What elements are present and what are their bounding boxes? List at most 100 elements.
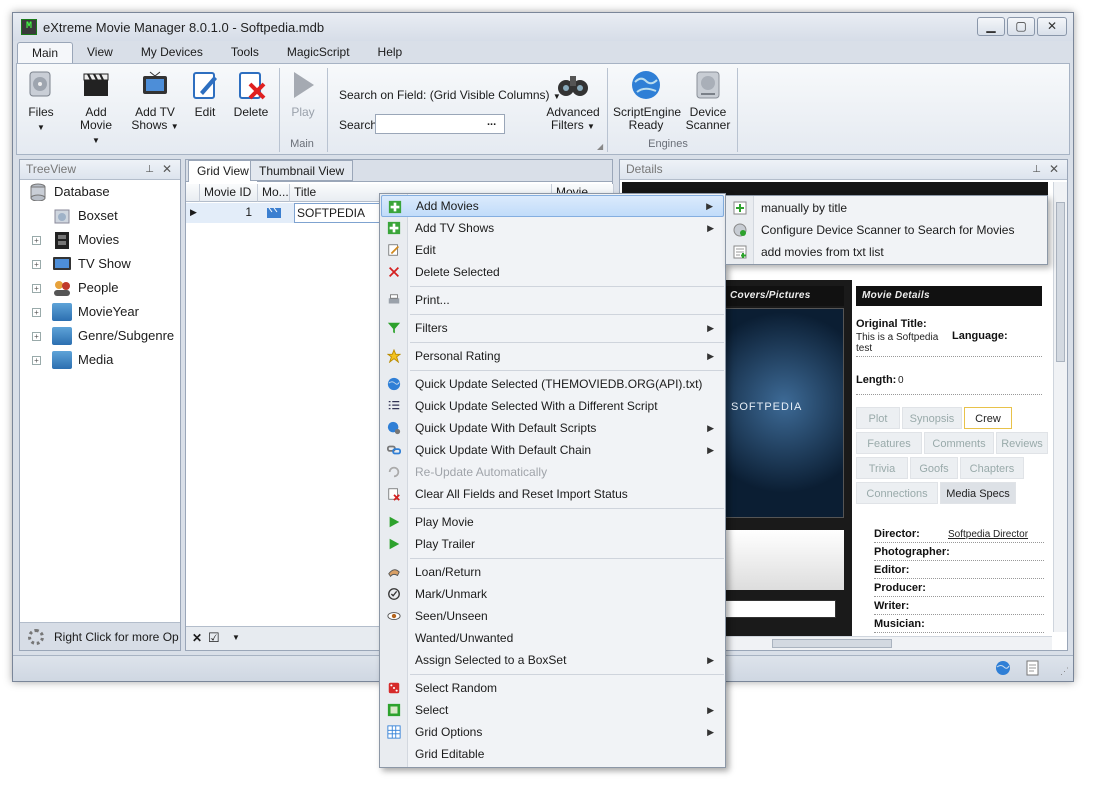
submenu-item-add-from-txt[interactable]: add movies from txt list	[727, 241, 1046, 263]
scrollbar-thumb[interactable]	[772, 639, 892, 648]
script-engine-button[interactable]: ScriptEngine Ready	[613, 68, 681, 132]
tree-item-movies[interactable]: + Movies	[20, 228, 180, 252]
expand-icon[interactable]: +	[32, 332, 41, 341]
tab-synopsis[interactable]: Synopsis	[902, 407, 962, 429]
tree-item-genre-subgenre[interactable]: + Genre/Subgenre	[20, 324, 180, 348]
tab-goofs[interactable]: Goofs	[910, 457, 958, 479]
tab-features[interactable]: Features	[856, 432, 922, 454]
ctx-item-delete-selected[interactable]: Delete Selected	[381, 261, 724, 283]
crew-value[interactable]: Softpedia Director	[948, 529, 1028, 540]
ctx-item-grid-options[interactable]: Grid Options ▶	[381, 721, 724, 743]
play-button[interactable]: Play	[285, 68, 321, 119]
files-icon	[29, 71, 51, 97]
details-vertical-scrollbar[interactable]	[1053, 182, 1067, 632]
ctx-item-re-update-automatically[interactable]: Re-Update Automatically	[381, 461, 724, 483]
tab-comments[interactable]: Comments	[924, 432, 994, 454]
close-button[interactable]: ✕	[1037, 17, 1067, 36]
add-movie-button[interactable]: Add Movie ▼	[69, 68, 123, 147]
device-scanner-button[interactable]: Device Scanner	[685, 68, 731, 132]
ctx-item-filters[interactable]: Filters ▶	[381, 317, 724, 339]
dialog-launcher-icon[interactable]: ◢	[597, 142, 603, 151]
document-icon[interactable]	[1025, 660, 1041, 676]
submenu-item-configure-device-scanner[interactable]: Configure Device Scanner to Search for M…	[727, 219, 1046, 241]
filter-checkbox-icon[interactable]: ☑	[208, 630, 220, 646]
ctx-item-quick-update-selected[interactable]: Quick Update Selected (THEMOVIEDB.ORG(AP…	[381, 373, 724, 395]
ctx-item-grid-editable[interactable]: Grid Editable	[381, 743, 724, 765]
close-panel-icon[interactable]: ✕	[1049, 160, 1059, 179]
backdrop-image[interactable]	[724, 530, 844, 590]
cell-title[interactable]: SOFTPEDIA	[294, 203, 384, 223]
column-media[interactable]: Mo...	[258, 184, 290, 202]
tree-item-media[interactable]: + Media	[20, 348, 180, 372]
divider	[874, 632, 1044, 633]
picture-caption-field[interactable]	[724, 600, 836, 618]
search-options-button[interactable]: ...	[487, 116, 496, 128]
tab-trivia[interactable]: Trivia	[856, 457, 908, 479]
ctx-item-quick-update-default-scripts[interactable]: Quick Update With Default Scripts ▶	[381, 417, 724, 439]
tree-item-movieyear[interactable]: + MovieYear	[20, 300, 180, 324]
tab-thumbnail-view[interactable]: Thumbnail View	[250, 160, 354, 181]
tree-item-people[interactable]: + People	[20, 276, 180, 300]
expand-icon[interactable]: +	[32, 356, 41, 365]
tree-item-database[interactable]: Database	[20, 180, 180, 204]
tab-grid-view[interactable]: Grid View	[188, 160, 258, 182]
expand-icon[interactable]: +	[32, 260, 41, 269]
ctx-item-quick-update-different-script[interactable]: Quick Update Selected With a Different S…	[381, 395, 724, 417]
close-panel-icon[interactable]: ✕	[162, 160, 172, 179]
ctx-item-select-random[interactable]: Select Random	[381, 677, 724, 699]
search-input[interactable]	[375, 114, 505, 134]
ctx-item-play-movie[interactable]: Play Movie	[381, 511, 724, 533]
ctx-item-quick-update-default-chain[interactable]: Quick Update With Default Chain ▶	[381, 439, 724, 461]
ctx-item-clear-all-fields[interactable]: Clear All Fields and Reset Import Status	[381, 483, 724, 505]
submenu-item-manually-by-title[interactable]: manually by title	[727, 197, 1046, 219]
cover-image[interactable]: SOFTPEDIA	[724, 308, 844, 518]
delete-button[interactable]: Delete	[231, 68, 271, 119]
ctx-item-loan-return[interactable]: Loan/Return	[381, 561, 724, 583]
ctx-item-mark-unmark[interactable]: Mark/Unmark	[381, 583, 724, 605]
ctx-item-wanted-unwanted[interactable]: Wanted/Unwanted	[381, 627, 724, 649]
tree-item-tv-show[interactable]: + TV Show	[20, 252, 180, 276]
tree-item-boxset[interactable]: Boxset	[20, 204, 180, 228]
column-movie-id[interactable]: Movie ID	[200, 184, 258, 202]
tab-my-devices[interactable]: My Devices	[127, 42, 217, 64]
scrollbar-thumb[interactable]	[1056, 202, 1065, 362]
expand-icon[interactable]: +	[32, 284, 41, 293]
edit-button[interactable]: Edit	[187, 68, 223, 119]
tab-magicscript[interactable]: MagicScript	[273, 42, 364, 64]
pin-icon[interactable]: ⊥	[145, 160, 154, 179]
files-button[interactable]: Files ▼	[23, 68, 59, 134]
maximize-button[interactable]: ▢	[1007, 17, 1035, 36]
resize-grip-icon[interactable]: ⋰	[1060, 666, 1069, 677]
ctx-item-play-trailer[interactable]: Play Trailer	[381, 533, 724, 555]
advanced-filters-button[interactable]: Advanced Filters ▼	[545, 68, 601, 133]
tab-main[interactable]: Main	[17, 42, 74, 64]
menu-separator	[410, 342, 724, 343]
tab-help[interactable]: Help	[364, 42, 417, 64]
tab-crew[interactable]: Crew	[964, 407, 1012, 429]
search-field-selector[interactable]: Search on Field: (Grid Visible Columns) …	[339, 88, 561, 102]
tab-plot[interactable]: Plot	[856, 407, 900, 429]
gear-icon[interactable]	[28, 629, 44, 645]
pin-icon[interactable]: ⊥	[1032, 160, 1041, 179]
filter-dropdown-icon[interactable]: ▼	[232, 633, 240, 642]
tab-view[interactable]: View	[73, 42, 127, 64]
ctx-item-select[interactable]: Select ▶	[381, 699, 724, 721]
globe-icon[interactable]	[995, 660, 1011, 676]
minimize-button[interactable]: ▁	[977, 17, 1005, 36]
expand-icon[interactable]: +	[32, 236, 41, 245]
ctx-item-print[interactable]: Print...	[381, 289, 724, 311]
ctx-item-edit[interactable]: Edit	[381, 239, 724, 261]
add-tv-shows-button[interactable]: Add TV Shows ▼	[131, 68, 179, 133]
ctx-item-personal-rating[interactable]: Personal Rating ▶	[381, 345, 724, 367]
ctx-item-add-tv-shows[interactable]: Add TV Shows ▶	[381, 217, 724, 239]
expand-icon[interactable]: +	[32, 308, 41, 317]
tab-reviews[interactable]: Reviews	[996, 432, 1048, 454]
tab-connections[interactable]: Connections	[856, 482, 938, 504]
tab-chapters[interactable]: Chapters	[960, 457, 1024, 479]
clear-filter-icon[interactable]: ✕	[192, 631, 202, 645]
ctx-item-seen-unseen[interactable]: Seen/Unseen	[381, 605, 724, 627]
ctx-item-add-movies[interactable]: Add Movies ▶	[381, 195, 724, 217]
ctx-item-assign-boxset[interactable]: Assign Selected to a BoxSet ▶	[381, 649, 724, 671]
tab-tools[interactable]: Tools	[217, 42, 273, 64]
tab-media-specs[interactable]: Media Specs	[940, 482, 1016, 504]
